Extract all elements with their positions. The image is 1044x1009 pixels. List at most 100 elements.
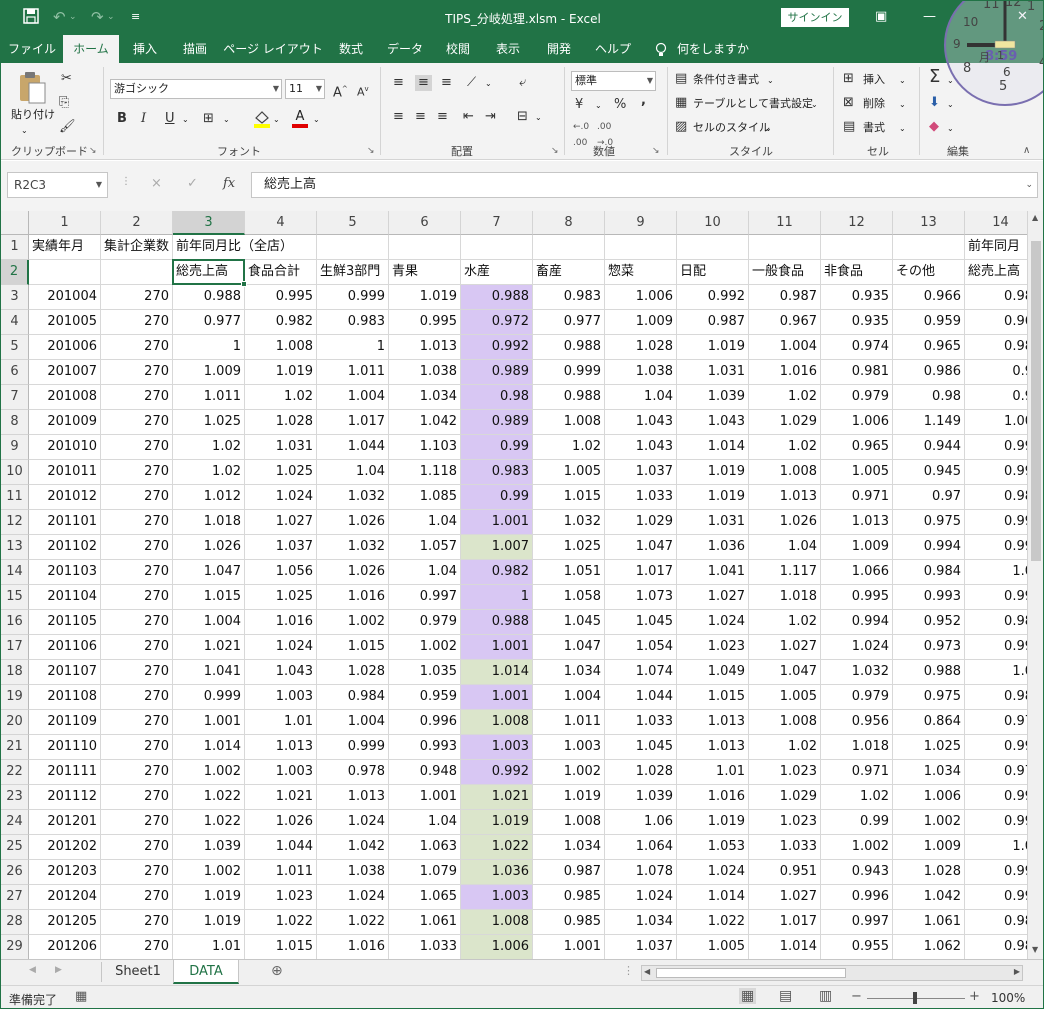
cell[interactable]: 270 [101, 685, 173, 710]
cell[interactable]: 0.979 [389, 610, 461, 635]
row-header[interactable]: 27 [1, 885, 29, 910]
cell[interactable]: 1.031 [245, 435, 317, 460]
column-header[interactable]: 6 [389, 211, 461, 235]
cell[interactable]: 1.061 [893, 910, 965, 935]
cell[interactable]: 0.981 [821, 360, 893, 385]
cell[interactable]: 1.017 [749, 910, 821, 935]
cell[interactable]: 0.951 [749, 860, 821, 885]
cell[interactable]: 201006 [29, 335, 101, 360]
cell[interactable]: 0.99 [965, 635, 1027, 660]
cell[interactable]: 1.028 [317, 660, 389, 685]
cell[interactable]: 201007 [29, 360, 101, 385]
cell[interactable]: 1.015 [245, 935, 317, 959]
cell[interactable]: 0.99 [965, 735, 1027, 760]
cell[interactable]: 1.023 [677, 635, 749, 660]
cell[interactable]: 1.031 [677, 510, 749, 535]
cell[interactable]: 1.038 [605, 360, 677, 385]
cell[interactable]: 1.027 [245, 510, 317, 535]
cell[interactable]: 1.062 [893, 935, 965, 959]
cell[interactable]: 270 [101, 860, 173, 885]
cell[interactable]: 0.98 [965, 610, 1027, 635]
cell[interactable]: 1.04 [389, 560, 461, 585]
cell[interactable]: 1.018 [821, 735, 893, 760]
cell[interactable]: 1.012 [173, 485, 245, 510]
cell[interactable]: 0.99 [965, 860, 1027, 885]
cell[interactable]: 201204 [29, 885, 101, 910]
clipboard-launcher-icon[interactable]: ↘ [89, 143, 97, 159]
cell[interactable]: 0.98 [965, 285, 1027, 310]
cell[interactable]: 1.022 [173, 785, 245, 810]
cell[interactable]: 270 [101, 935, 173, 959]
number-launcher-icon[interactable]: ↘ [652, 143, 660, 159]
cell[interactable]: 1.078 [605, 860, 677, 885]
cell[interactable]: 0.966 [893, 285, 965, 310]
cell-styles-button[interactable]: セルのスタイル [693, 120, 770, 136]
cell[interactable]: 1.035 [389, 660, 461, 685]
cell[interactable]: 生鮮3部門 [317, 260, 389, 285]
cell[interactable]: 1.033 [605, 710, 677, 735]
cell[interactable]: 0.99 [965, 535, 1027, 560]
cell[interactable]: 1.014 [461, 660, 533, 685]
cell[interactable]: 1.006 [893, 785, 965, 810]
cell[interactable]: 201205 [29, 910, 101, 935]
cell[interactable]: 1.039 [173, 835, 245, 860]
cell[interactable]: 1.003 [461, 885, 533, 910]
cell[interactable]: 0.935 [821, 285, 893, 310]
cell[interactable]: 1.024 [317, 810, 389, 835]
cell[interactable]: 1.019 [245, 360, 317, 385]
cell[interactable]: 1.005 [533, 460, 605, 485]
cell[interactable]: 1.025 [245, 585, 317, 610]
cell[interactable] [461, 235, 533, 260]
cell[interactable]: 0.983 [317, 310, 389, 335]
cell[interactable]: 201004 [29, 285, 101, 310]
cell[interactable]: 0.999 [533, 360, 605, 385]
cell[interactable]: 1.01 [173, 935, 245, 959]
cell[interactable]: 0.988 [533, 385, 605, 410]
cell[interactable]: 1.042 [389, 410, 461, 435]
tab-page-layout[interactable]: ページ レイアウト [223, 35, 323, 63]
cell[interactable]: 総売上高 [173, 260, 245, 285]
cell[interactable]: 0.99 [461, 435, 533, 460]
cell[interactable]: 270 [101, 535, 173, 560]
cell[interactable]: 1.004 [317, 710, 389, 735]
cell[interactable] [677, 235, 749, 260]
cell[interactable]: 1.033 [605, 485, 677, 510]
cell[interactable]: 0.999 [317, 285, 389, 310]
cell[interactable]: 201203 [29, 860, 101, 885]
fill-down-icon[interactable]: ⬇ [929, 95, 940, 111]
cell[interactable]: 1.008 [461, 910, 533, 935]
cell[interactable]: 1.02 [821, 785, 893, 810]
cell[interactable]: 1.037 [605, 935, 677, 959]
cell[interactable]: 0.994 [821, 610, 893, 635]
cell[interactable]: 1.013 [677, 735, 749, 760]
cell[interactable]: 0.987 [749, 285, 821, 310]
cell[interactable]: 1.005 [677, 935, 749, 959]
cell[interactable]: 1.066 [821, 560, 893, 585]
cell[interactable]: 0.98 [965, 485, 1027, 510]
name-box[interactable]: R2C3 ▼ [7, 172, 108, 198]
cell[interactable]: 1.079 [389, 860, 461, 885]
cell[interactable]: 1.043 [605, 435, 677, 460]
format-cells-icon[interactable]: ▤ [843, 119, 855, 135]
cell[interactable]: 0.979 [821, 385, 893, 410]
scroll-left-icon[interactable]: ◀ [644, 967, 650, 976]
cell[interactable]: 270 [101, 560, 173, 585]
cell[interactable]: 0.992 [461, 760, 533, 785]
font-color-dropdown-icon[interactable]: ⌄ [313, 112, 320, 128]
cell[interactable]: 1.019 [461, 810, 533, 835]
cell[interactable]: 0.993 [389, 735, 461, 760]
cell[interactable]: 0.948 [389, 760, 461, 785]
cell[interactable]: 201112 [29, 785, 101, 810]
cell[interactable]: 1.001 [389, 785, 461, 810]
scroll-up-icon[interactable]: ▲ [1032, 213, 1038, 222]
cell[interactable]: 0.99 [965, 510, 1027, 535]
cell[interactable]: 0.992 [677, 285, 749, 310]
row-header[interactable]: 5 [1, 335, 29, 360]
fill-color-dropdown-icon[interactable]: ⌄ [273, 112, 280, 128]
vertical-scrollbar[interactable]: ▲ ▼ [1027, 211, 1043, 959]
align-bottom-icon[interactable]: ≡ [441, 75, 452, 91]
cell[interactable]: 0.996 [389, 710, 461, 735]
cell[interactable]: 270 [101, 435, 173, 460]
cell[interactable]: 1.016 [245, 610, 317, 635]
tab-formulas[interactable]: 数式 [329, 35, 373, 63]
